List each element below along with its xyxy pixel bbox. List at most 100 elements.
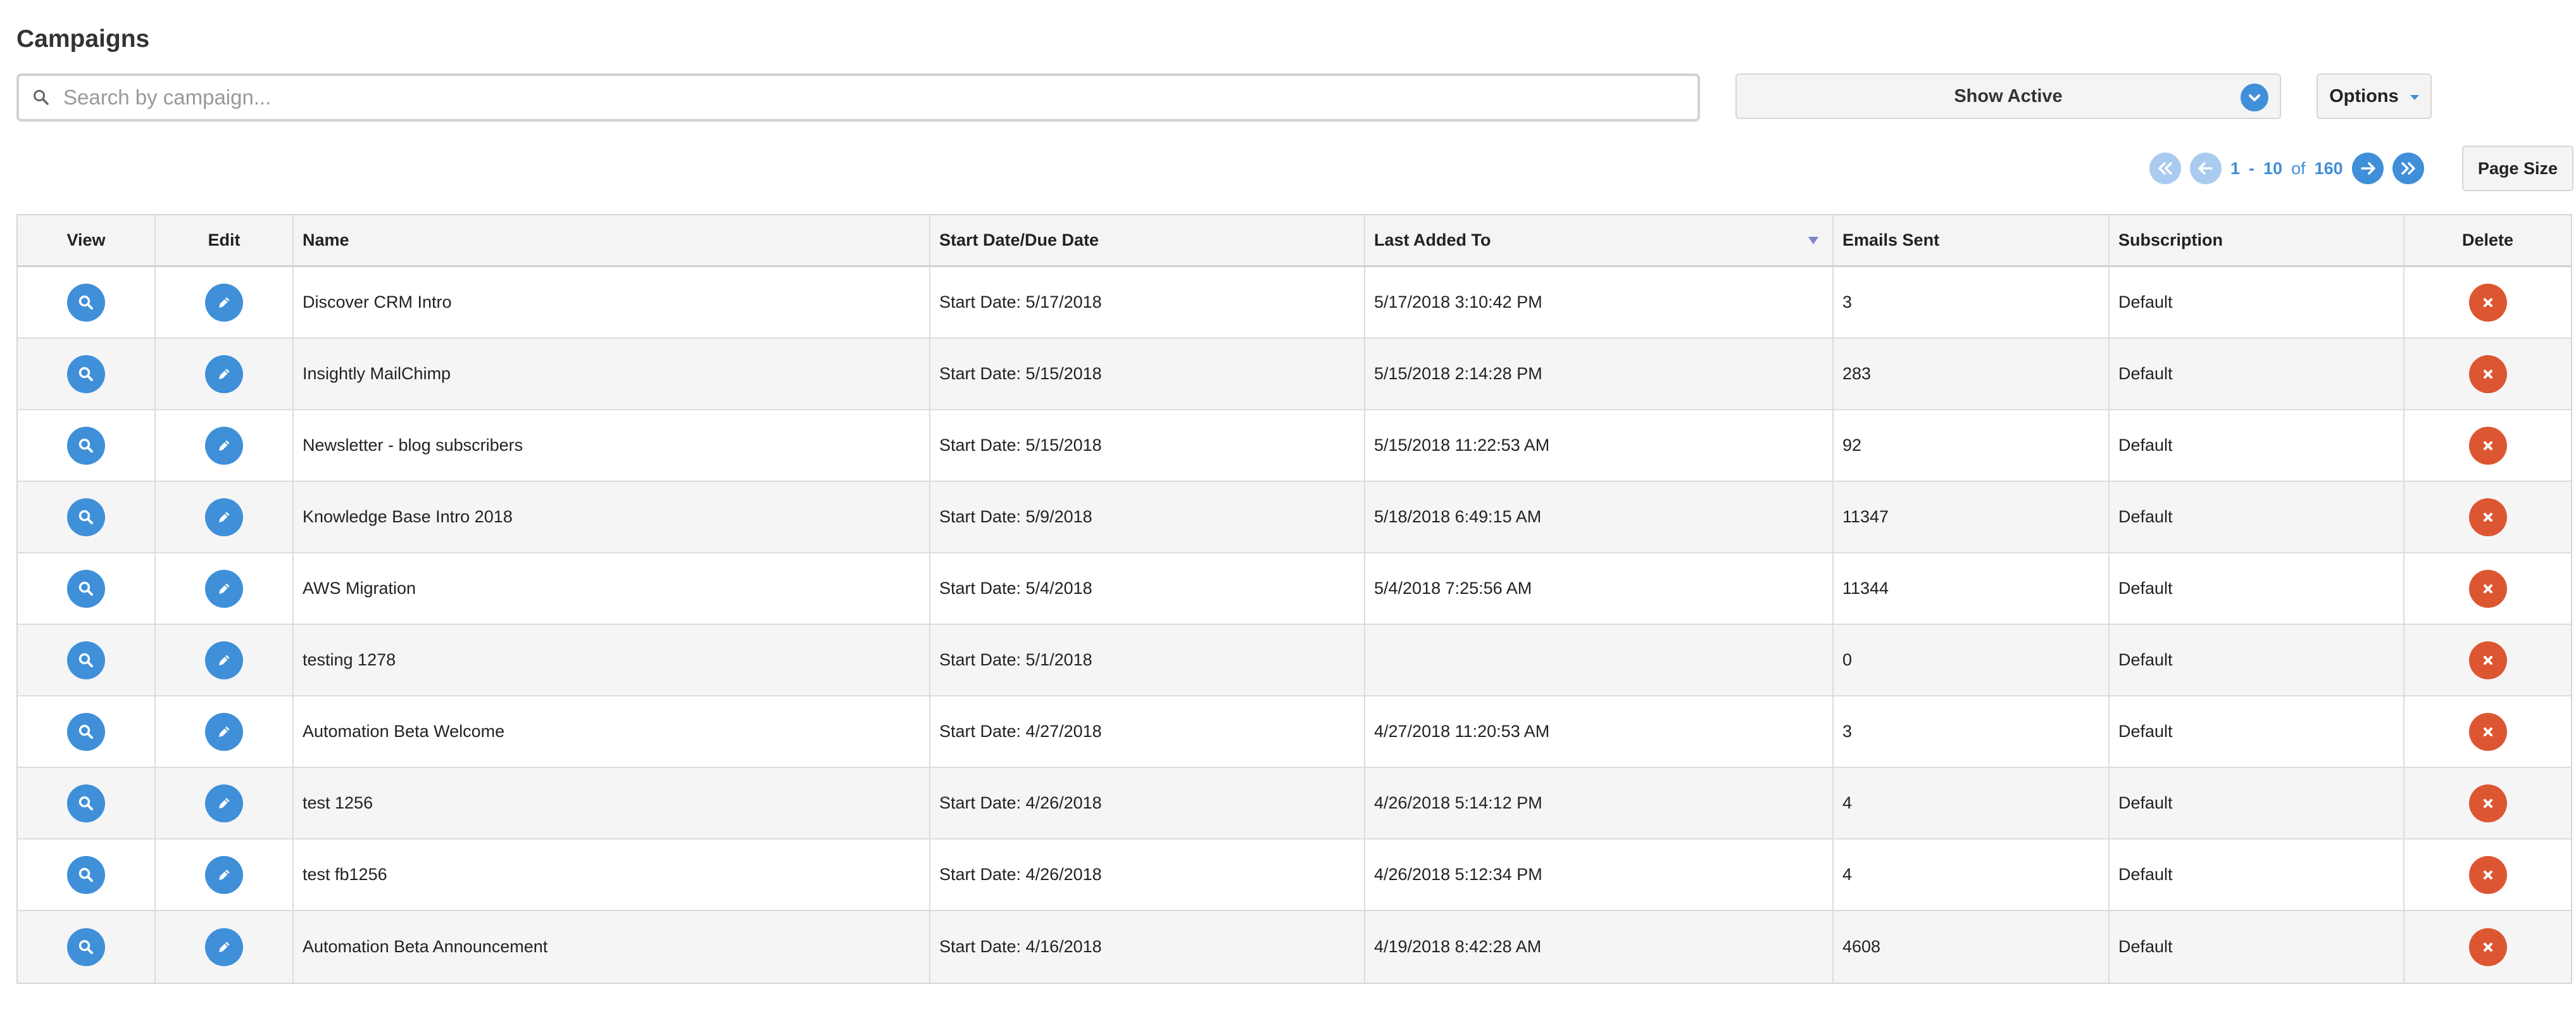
column-header-emails-sent[interactable]: Emails Sent — [1834, 215, 2110, 265]
edit-button[interactable] — [205, 712, 243, 751]
page-title: Campaigns — [16, 25, 150, 53]
magnifier-icon — [77, 795, 95, 812]
delete-button[interactable] — [2468, 498, 2507, 536]
close-icon — [2480, 437, 2496, 454]
delete-cell — [2404, 768, 2571, 838]
magnifier-icon — [77, 580, 95, 598]
table-row: Insightly MailChimp Start Date: 5/15/2018… — [18, 339, 2571, 410]
edit-cell — [156, 482, 294, 552]
pencil-icon — [215, 866, 233, 884]
column-header-edit: Edit — [156, 215, 294, 265]
campaign-name[interactable]: test fb1256 — [294, 840, 930, 910]
subscription: Default — [2110, 553, 2404, 624]
view-button[interactable] — [67, 283, 105, 322]
search-box[interactable] — [16, 73, 1700, 122]
campaign-name[interactable]: Automation Beta Announcement — [294, 911, 930, 983]
edit-button[interactable] — [205, 498, 243, 536]
close-icon — [2480, 581, 2496, 597]
view-cell — [18, 267, 156, 337]
edit-button[interactable] — [205, 855, 243, 894]
edit-button[interactable] — [205, 641, 243, 679]
view-button[interactable] — [67, 855, 105, 894]
view-button[interactable] — [67, 355, 105, 393]
last-added-to: 5/15/2018 11:22:53 AM — [1365, 410, 1834, 481]
view-cell — [18, 482, 156, 552]
view-button[interactable] — [67, 641, 105, 679]
delete-button[interactable] — [2468, 641, 2507, 679]
edit-cell — [156, 625, 294, 695]
chevron-down-icon[interactable] — [2241, 84, 2268, 111]
close-icon — [2480, 867, 2496, 883]
options-button[interactable]: Options — [2317, 73, 2432, 119]
table-row: test 1256 Start Date: 4/26/2018 4/26/2018 … — [18, 768, 2571, 840]
campaign-name[interactable]: testing 1278 — [294, 625, 930, 695]
edit-button[interactable] — [205, 784, 243, 822]
campaign-name[interactable]: Insightly MailChimp — [294, 339, 930, 409]
view-button[interactable] — [67, 784, 105, 822]
delete-button[interactable] — [2468, 855, 2507, 894]
campaign-name[interactable]: Discover CRM Intro — [294, 267, 930, 337]
edit-button[interactable] — [205, 355, 243, 393]
last-page-icon[interactable] — [2392, 153, 2424, 184]
edit-button[interactable] — [205, 928, 243, 966]
view-button[interactable] — [67, 928, 105, 966]
delete-button[interactable] — [2468, 928, 2507, 966]
delete-button[interactable] — [2468, 426, 2507, 465]
delete-button[interactable] — [2468, 784, 2507, 822]
view-cell — [18, 410, 156, 481]
campaign-name[interactable]: Automation Beta Welcome — [294, 696, 930, 767]
start-date: Start Date: 5/15/2018 — [930, 339, 1365, 409]
column-header-view: View — [18, 215, 156, 265]
start-date: Start Date: 4/26/2018 — [930, 768, 1365, 838]
subscription: Default — [2110, 768, 2404, 838]
previous-page-icon[interactable] — [2190, 153, 2222, 184]
pencil-icon — [215, 723, 233, 741]
delete-button[interactable] — [2468, 712, 2507, 751]
view-button[interactable] — [67, 498, 105, 536]
view-cell — [18, 339, 156, 409]
delete-cell — [2404, 696, 2571, 767]
page-range-of: of — [2291, 158, 2306, 178]
page-range-end: 10 — [2263, 158, 2283, 178]
view-button[interactable] — [67, 569, 105, 608]
subscription: Default — [2110, 696, 2404, 767]
close-icon — [2480, 509, 2496, 525]
view-button[interactable] — [67, 712, 105, 751]
column-header-subscription[interactable]: Subscription — [2110, 215, 2404, 265]
start-date: Start Date: 4/16/2018 — [930, 911, 1365, 983]
page-size-button[interactable]: Page Size — [2462, 146, 2573, 191]
next-page-icon[interactable] — [2351, 153, 2384, 184]
first-page-icon[interactable] — [2149, 153, 2181, 184]
edit-button[interactable] — [205, 569, 243, 608]
pencil-icon — [215, 294, 233, 311]
emails-sent: 4608 — [1834, 911, 2110, 983]
delete-button[interactable] — [2468, 355, 2507, 393]
table-row: Discover CRM Intro Start Date: 5/17/2018 5… — [18, 267, 2571, 339]
delete-cell — [2404, 911, 2571, 983]
sort-descending-icon — [1808, 237, 1818, 244]
edit-button[interactable] — [205, 426, 243, 465]
delete-button[interactable] — [2468, 283, 2507, 322]
view-cell — [18, 625, 156, 695]
column-header-name[interactable]: Name — [294, 215, 930, 265]
edit-button[interactable] — [205, 283, 243, 322]
campaign-name[interactable]: Knowledge Base Intro 2018 — [294, 482, 930, 552]
emails-sent: 4 — [1834, 768, 2110, 838]
view-button[interactable] — [67, 426, 105, 465]
column-header-start-date[interactable]: Start Date/Due Date — [930, 215, 1365, 265]
column-header-last-added[interactable]: Last Added To — [1365, 215, 1834, 265]
campaign-name[interactable]: test 1256 — [294, 768, 930, 838]
pencil-icon — [215, 795, 233, 812]
search-input[interactable] — [63, 79, 1698, 116]
campaign-name[interactable]: AWS Migration — [294, 553, 930, 624]
campaign-name[interactable]: Newsletter - blog subscribers — [294, 410, 930, 481]
edit-cell — [156, 696, 294, 767]
edit-cell — [156, 410, 294, 481]
delete-cell — [2404, 267, 2571, 337]
start-date: Start Date: 5/1/2018 — [930, 625, 1365, 695]
table-header-row: View Edit Name Start Date/Due Date Last … — [18, 215, 2571, 267]
delete-button[interactable] — [2468, 569, 2507, 608]
edit-cell — [156, 911, 294, 983]
last-added-to: 5/18/2018 6:49:15 AM — [1365, 482, 1834, 552]
status-filter-dropdown[interactable]: Show Active — [1735, 73, 2281, 119]
